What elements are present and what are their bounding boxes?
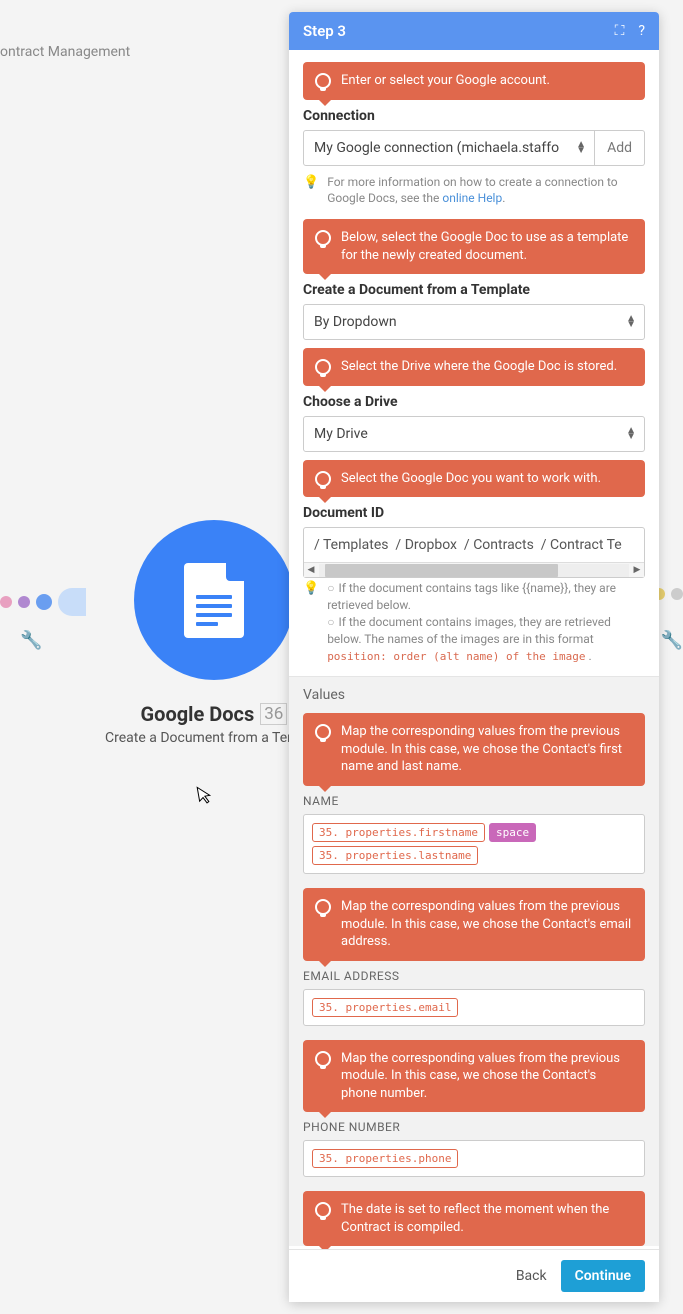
scroll-right-icon[interactable]: ▶ (630, 565, 644, 575)
callout-phone: Map the corresponding values from the pr… (303, 1040, 645, 1113)
flow-dots-left (0, 588, 86, 616)
values-heading: Values (303, 687, 645, 703)
pill-firstname[interactable]: 35. properties.firstname (312, 823, 485, 842)
continue-button[interactable]: Continue (561, 1260, 645, 1292)
pill-email[interactable]: 35. properties.email (312, 998, 458, 1017)
callout-doc: Select the Google Doc you want to work w… (303, 460, 645, 498)
values-section: Values Map the corresponding values from… (289, 676, 659, 1246)
back-button[interactable]: Back (516, 1268, 547, 1284)
scroll-left-icon[interactable]: ◀ (304, 565, 318, 575)
callout-email: Map the corresponding values from the pr… (303, 888, 645, 961)
chevron-sort-icon: ▲▼ (576, 142, 586, 154)
panel-header: Step 3 ⛶ ? (289, 12, 659, 50)
callout-drive: Select the Drive where the Google Doc is… (303, 348, 645, 386)
horizontal-scrollbar[interactable]: ◀ ▶ (304, 562, 644, 577)
bulb-icon: 💡 (303, 580, 319, 664)
chevron-sort-icon: ▲▼ (626, 316, 636, 328)
online-help-link[interactable]: online Help (442, 191, 502, 205)
label-drive: Choose a Drive (303, 394, 645, 410)
add-connection-button[interactable]: Add (595, 130, 645, 166)
pill-space[interactable]: space (489, 823, 536, 842)
wrench-icon[interactable]: 🔧 (661, 630, 683, 651)
breadcrumb: / Templates / Dropbox / Contracts / Cont… (304, 528, 644, 562)
label-name: NAME (303, 794, 645, 808)
panel-footer: Back Continue (289, 1249, 659, 1302)
bulb-icon (315, 359, 331, 375)
label-create: Create a Document from a Template (303, 282, 645, 298)
connection-select[interactable]: My Google connection (michaela.staffo▲▼ (303, 130, 595, 166)
module-title: Google Docs36 (141, 702, 288, 726)
panel-body: Enter or select your Google account. Con… (289, 50, 659, 1249)
google-docs-icon (134, 520, 294, 680)
pill-lastname[interactable]: 35. properties.lastname (312, 846, 478, 865)
bulb-icon (315, 471, 331, 487)
callout-account: Enter or select your Google account. (303, 62, 645, 100)
label-docid: Document ID (303, 505, 645, 521)
label-email: EMAIL ADDRESS (303, 969, 645, 983)
bulb-icon: 💡 (303, 174, 319, 208)
hint-connection: 💡 For more information on how to create … (303, 174, 645, 208)
hint-document: 💡 ○If the document contains tags like {{… (303, 580, 645, 664)
callout-template: Below, select the Google Doc to use as a… (303, 219, 645, 274)
cursor-icon (196, 784, 216, 810)
pill-phone[interactable]: 35. properties.phone (312, 1149, 458, 1168)
label-phone: PHONE NUMBER (303, 1120, 645, 1134)
callout-name: Map the corresponding values from the pr… (303, 713, 645, 786)
chevron-sort-icon: ▲▼ (626, 428, 636, 440)
bulb-icon (315, 73, 331, 89)
scenario-title: ontract Management (0, 44, 130, 60)
email-input[interactable]: 35. properties.email (303, 989, 645, 1026)
bulb-icon (315, 1202, 331, 1218)
drive-select[interactable]: My Drive▲▼ (303, 416, 645, 452)
bulb-icon (315, 724, 331, 740)
bulb-icon (315, 899, 331, 915)
phone-input[interactable]: 35. properties.phone (303, 1140, 645, 1177)
create-method-select[interactable]: By Dropdown▲▼ (303, 304, 645, 340)
callout-date: The date is set to reflect the moment wh… (303, 1191, 645, 1246)
label-connection: Connection (303, 108, 645, 124)
panel-title: Step 3 (303, 22, 346, 40)
bulb-icon (315, 230, 331, 246)
config-panel: Step 3 ⛶ ? Enter or select your Google a… (289, 12, 659, 1302)
bulb-icon (315, 1051, 331, 1067)
help-icon[interactable]: ? (638, 23, 645, 39)
expand-icon[interactable]: ⛶ (615, 23, 625, 39)
document-path-select[interactable]: / Templates / Dropbox / Contracts / Cont… (303, 527, 645, 578)
name-input[interactable]: 35. properties.firstname space 35. prope… (303, 814, 645, 874)
wrench-icon[interactable]: 🔧 (20, 630, 42, 651)
